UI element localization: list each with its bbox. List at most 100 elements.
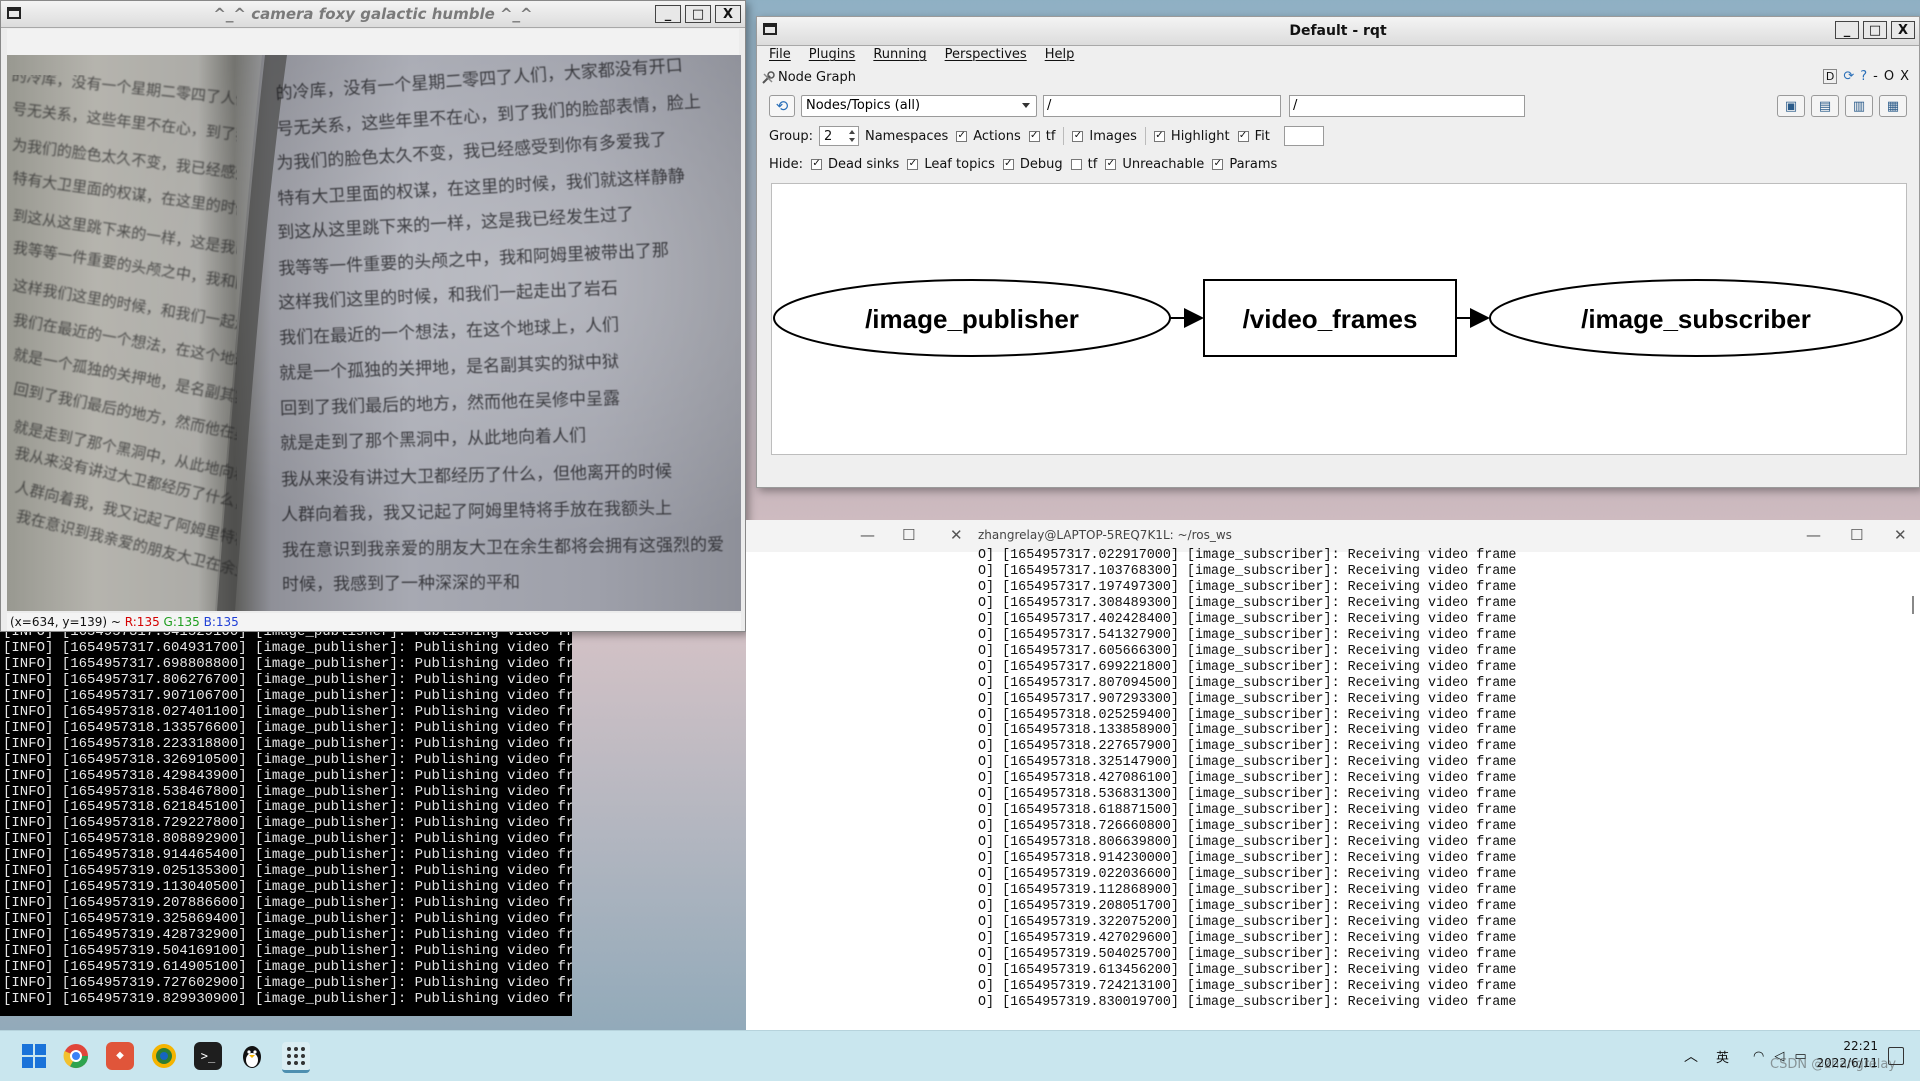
terminal-close-button[interactable]: ✕ bbox=[1894, 526, 1907, 544]
start-button[interactable] bbox=[20, 1042, 48, 1070]
apps-grid-app[interactable] bbox=[282, 1042, 310, 1073]
rqt-titlebar[interactable]: Default - rqt _ □ X bbox=[757, 17, 1919, 46]
terminal-scrollbar[interactable] bbox=[1912, 596, 1914, 614]
checkbox-label: Highlight bbox=[1170, 128, 1230, 144]
log-line: [INFO] [1654957319.113040500] [image_pub… bbox=[3, 879, 572, 896]
menu-file[interactable]: File bbox=[769, 47, 791, 62]
terminal-maximize-button[interactable]: ☐ bbox=[1850, 526, 1863, 544]
dock-close-button[interactable]: X bbox=[1900, 69, 1909, 84]
load-dot-button[interactable]: ▤ bbox=[1811, 95, 1839, 117]
chevron-down-icon bbox=[1022, 103, 1030, 108]
show-highlight-checkbox[interactable]: ✓ Highlight bbox=[1153, 128, 1230, 144]
log-line: O] [1654957317.103768300] [image_subscri… bbox=[978, 563, 1517, 579]
spin-down-icon[interactable] bbox=[848, 138, 855, 142]
log-line: [INFO] [1654957318.621845100] [image_pub… bbox=[3, 799, 572, 816]
log-line: O] [1654957319.427029600] [image_subscri… bbox=[978, 930, 1517, 946]
node-graph-canvas[interactable]: /image_publisher /video_frames /image_su… bbox=[771, 183, 1907, 455]
penguin-icon bbox=[243, 1046, 261, 1068]
terminal-app[interactable]: >_ bbox=[194, 1042, 222, 1070]
subscriber-terminal-output[interactable]: O] [1654957317.022917000] [image_subscri… bbox=[974, 548, 1920, 1030]
wifi-icon[interactable]: ◠ bbox=[1753, 1049, 1764, 1064]
camera-window-title: ^_^ camera foxy galactic humble ^_^ bbox=[213, 5, 533, 23]
log-line: [INFO] [1654957319.614905100] [image_pub… bbox=[3, 959, 572, 976]
back-maximize-button[interactable]: ☐ bbox=[902, 526, 915, 544]
maximize-button[interactable]: □ bbox=[1863, 21, 1887, 39]
chrome-app[interactable] bbox=[62, 1042, 90, 1070]
node-filter-input[interactable]: / bbox=[1043, 95, 1281, 117]
taskbar: ◆ >_ ︿ 英 ◠ ◁ ▭ 22:21 2022/6/11 CSDN @zha… bbox=[0, 1030, 1920, 1081]
hide-debug-checkbox[interactable]: ✓ Debug bbox=[1002, 157, 1063, 172]
show-actions-checkbox[interactable]: ✓ Actions bbox=[956, 129, 1021, 144]
log-line: O] [1654957318.325147900] [image_subscri… bbox=[978, 755, 1517, 771]
ime-indicator[interactable]: 英 bbox=[1716, 1047, 1729, 1066]
subscriber-terminal[interactable]: zhangrelay@LAPTOP-5REQ7K1L: ~/ros_ws — ☐… bbox=[974, 520, 1920, 1030]
hide-params-checkbox[interactable]: ✓ Params bbox=[1212, 157, 1277, 172]
subscriber-terminal-title: zhangrelay@LAPTOP-5REQ7K1L: ~/ros_ws bbox=[978, 528, 1232, 542]
save-svg-button[interactable]: ▥ bbox=[1845, 95, 1873, 117]
checkbox-box: ✓ bbox=[956, 130, 968, 142]
terminal-minimize-button[interactable]: — bbox=[1806, 526, 1821, 544]
publisher-terminal[interactable]: [INFO] [1654957317.541529100] [image_pub… bbox=[0, 632, 572, 1016]
show-fit-checkbox[interactable]: ✓ Fit bbox=[1237, 129, 1270, 144]
graph-type-combo[interactable]: Nodes/Topics (all) bbox=[801, 95, 1037, 117]
chevron-up-icon[interactable]: ︿ bbox=[1684, 1046, 1698, 1066]
hide-unreachable-checkbox[interactable]: ✓ Unreachable bbox=[1105, 157, 1204, 172]
dock-float-button[interactable]: O bbox=[1884, 69, 1894, 84]
back-close-button[interactable]: ✕ bbox=[950, 526, 963, 544]
checkbox-box: ✓ bbox=[1002, 158, 1014, 170]
store-app[interactable]: ◆ bbox=[106, 1042, 134, 1070]
hide-tf-checkbox[interactable]: tf bbox=[1070, 157, 1097, 172]
log-line: O] [1654957317.605666300] [image_subscri… bbox=[978, 643, 1517, 659]
save-dot-button[interactable]: ▣ bbox=[1777, 95, 1805, 117]
menu-help[interactable]: Help bbox=[1045, 47, 1075, 62]
log-line: O] [1654957319.830019700] [image_subscri… bbox=[978, 994, 1517, 1010]
terminal-back-window: — ☐ ✕ bbox=[746, 520, 978, 1030]
dock-minimize-button[interactable]: - bbox=[1873, 69, 1878, 84]
show-images-checkbox[interactable]: ✓ Images bbox=[1072, 129, 1137, 144]
maximize-button[interactable]: □ bbox=[685, 5, 711, 23]
highlight-color-field[interactable] bbox=[1283, 126, 1324, 146]
checkbox-box: ✓ bbox=[1212, 158, 1224, 170]
menu-running[interactable]: Running bbox=[873, 47, 926, 62]
minimize-button[interactable]: _ bbox=[655, 5, 681, 23]
menu-plugins[interactable]: Plugins bbox=[809, 47, 856, 62]
dock-d-button[interactable]: D bbox=[1822, 69, 1838, 84]
book-text-line: 我们在最近的一个想法，在这个地球上，人们 bbox=[278, 315, 619, 349]
back-window-titlebar[interactable]: — ☐ ✕ bbox=[746, 520, 978, 552]
log-line: O] [1654957318.536831300] [image_subscri… bbox=[978, 787, 1517, 803]
refresh-graph-button[interactable]: ⟲ bbox=[769, 95, 795, 117]
help-icon[interactable]: ? bbox=[1860, 69, 1867, 84]
reload-icon[interactable]: ⟳ bbox=[1843, 69, 1854, 84]
spin-up-icon[interactable] bbox=[848, 130, 855, 134]
node-graph-dock-title: Node Graph D ⟳ ? - O X bbox=[761, 69, 1915, 89]
hide-options: Hide: ✓ Dead sinks ✓ Leaf topics ✓ Debug tf ✓ Un… bbox=[769, 153, 1277, 175]
penguin-app[interactable] bbox=[238, 1042, 266, 1070]
menu-perspectives[interactable]: Perspectives bbox=[945, 47, 1027, 62]
log-line: [INFO] [1654957319.207886600] [image_pub… bbox=[3, 895, 572, 912]
topic-video-frames-label: /video_frames bbox=[1243, 304, 1418, 334]
group-spinbox[interactable]: 2 bbox=[818, 126, 859, 146]
minimize-button[interactable]: _ bbox=[1835, 21, 1859, 39]
close-button[interactable]: X bbox=[715, 5, 741, 23]
photos-app[interactable] bbox=[150, 1042, 178, 1070]
save-image-button[interactable]: ▦ bbox=[1879, 95, 1907, 117]
topic-filter-input[interactable]: / bbox=[1289, 95, 1525, 117]
camera-window-titlebar[interactable]: ^_^ camera foxy galactic humble ^_^ _ □ … bbox=[1, 1, 745, 28]
close-button[interactable]: X bbox=[1891, 21, 1915, 39]
book-text-line: 我等等一件重要的头颅之中，我和阿姆里被带出了那 bbox=[277, 240, 669, 280]
notification-icon[interactable] bbox=[1888, 1047, 1904, 1065]
save-icon: ▣ bbox=[1784, 98, 1798, 114]
hide-dead-sinks-checkbox[interactable]: ✓ Dead sinks bbox=[811, 157, 899, 172]
grouping-options: Group: 2 Namespaces ✓ Actions ✓ tf ✓ Images ✓ H… bbox=[769, 125, 1324, 147]
camera-image[interactable]: 的冷库，没有一个星期二零四了人们，大家都没有开口 号无关系，这些年里不在心，到了我… bbox=[7, 55, 741, 611]
log-line: O] [1654957317.308489300] [image_subscri… bbox=[978, 595, 1517, 611]
apps-grid-icon bbox=[287, 1047, 305, 1065]
watermark-text: CSDN @zhangrelay bbox=[1770, 1057, 1897, 1072]
show-tf-checkbox[interactable]: ✓ tf bbox=[1028, 129, 1055, 144]
system-tray: ︿ 英 ◠ ◁ ▭ bbox=[1684, 1031, 1807, 1081]
log-line: [INFO] [1654957318.429843900] [image_pub… bbox=[3, 767, 572, 784]
hide-leaf-topics-checkbox[interactable]: ✓ Leaf topics bbox=[907, 157, 995, 172]
rqt-title: Default - rqt bbox=[1289, 23, 1387, 39]
back-minimize-button[interactable]: — bbox=[860, 526, 875, 544]
log-line: O] [1654957318.726660800] [image_subscri… bbox=[978, 819, 1517, 835]
